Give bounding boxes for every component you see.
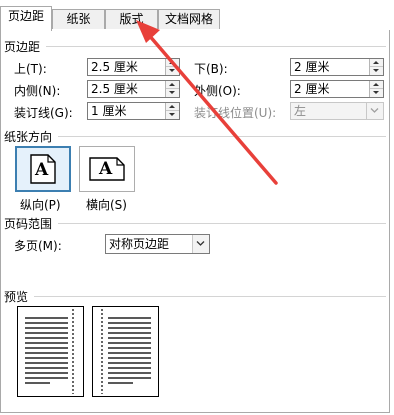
chevron-down-icon — [192, 235, 209, 253]
spin-down-icon[interactable] — [370, 67, 383, 75]
portrait-button[interactable]: A — [15, 146, 71, 192]
spin-up-icon[interactable] — [370, 81, 383, 89]
orientation-section-title: 纸张方向 — [4, 128, 57, 145]
spin-down-icon[interactable] — [166, 111, 179, 119]
section-divider — [46, 46, 386, 47]
chevron-down-icon — [366, 103, 383, 119]
multiple-pages-label: 多页(M): — [14, 239, 62, 253]
outside-margin-label: 外侧(O): — [194, 84, 241, 98]
spinner-arrows — [369, 81, 383, 97]
gutter-position-select[interactable]: 左 — [290, 102, 384, 120]
inside-margin-value: 2.5 厘米 — [91, 82, 138, 96]
multiple-pages-value: 对称页边距 — [109, 237, 170, 251]
tab-margins[interactable]: 页边距 — [0, 6, 52, 31]
bottom-margin-spinner[interactable]: 2 厘米 — [290, 58, 384, 76]
bottom-margin-label: 下(B): — [194, 62, 228, 76]
preview-right-page — [92, 306, 159, 397]
preview-section-title: 预览 — [4, 288, 33, 305]
tab-bar: 页边距 纸张 版式 文档网格 — [0, 0, 394, 31]
spin-down-icon[interactable] — [166, 67, 179, 75]
preview-left-page — [17, 306, 84, 397]
gutter-spinner[interactable]: 1 厘米 — [87, 102, 180, 120]
outside-margin-spinner[interactable]: 2 厘米 — [290, 80, 384, 98]
gutter-label: 装订线(G): — [14, 106, 73, 120]
spin-up-icon[interactable] — [370, 59, 383, 67]
tab-document-grid[interactable]: 文档网格 — [158, 9, 220, 29]
section-divider — [58, 223, 386, 224]
tab-paper[interactable]: 纸张 — [52, 9, 105, 29]
portrait-icon-letter: A — [35, 160, 49, 180]
top-margin-label: 上(T): — [14, 62, 47, 76]
gutter-position-value: 左 — [294, 104, 307, 118]
landscape-icon-letter: A — [99, 159, 113, 179]
pages-section-title: 页码范围 — [4, 215, 57, 232]
inside-margin-spinner[interactable]: 2.5 厘米 — [87, 80, 180, 98]
tab-layout[interactable]: 版式 — [105, 9, 158, 29]
inside-margin-label: 内侧(N): — [14, 84, 61, 98]
top-margin-spinner[interactable]: 2.5 厘米 — [87, 58, 180, 76]
top-margin-value: 2.5 厘米 — [91, 60, 138, 74]
bottom-margin-value: 2 厘米 — [294, 60, 330, 74]
outside-margin-value: 2 厘米 — [294, 82, 330, 96]
section-divider — [34, 296, 386, 297]
landscape-button[interactable]: A — [79, 146, 135, 192]
section-divider — [58, 136, 386, 137]
spin-up-icon[interactable] — [166, 103, 179, 111]
spin-down-icon[interactable] — [370, 89, 383, 97]
spin-up-icon[interactable] — [166, 59, 179, 67]
spinner-arrows — [165, 59, 179, 75]
margins-section-title: 页边距 — [4, 38, 45, 55]
multiple-pages-select[interactable]: 对称页边距 — [105, 234, 210, 254]
portrait-label[interactable]: 纵向(P) — [20, 196, 61, 213]
gutter-position-label: 装订线位置(U): — [194, 106, 277, 120]
spinner-arrows — [369, 59, 383, 75]
spinner-arrows — [165, 103, 179, 119]
spinner-arrows — [165, 81, 179, 97]
spin-down-icon[interactable] — [166, 89, 179, 97]
spin-up-icon[interactable] — [166, 81, 179, 89]
landscape-label[interactable]: 横向(S) — [86, 196, 127, 213]
gutter-value: 1 厘米 — [91, 104, 127, 118]
